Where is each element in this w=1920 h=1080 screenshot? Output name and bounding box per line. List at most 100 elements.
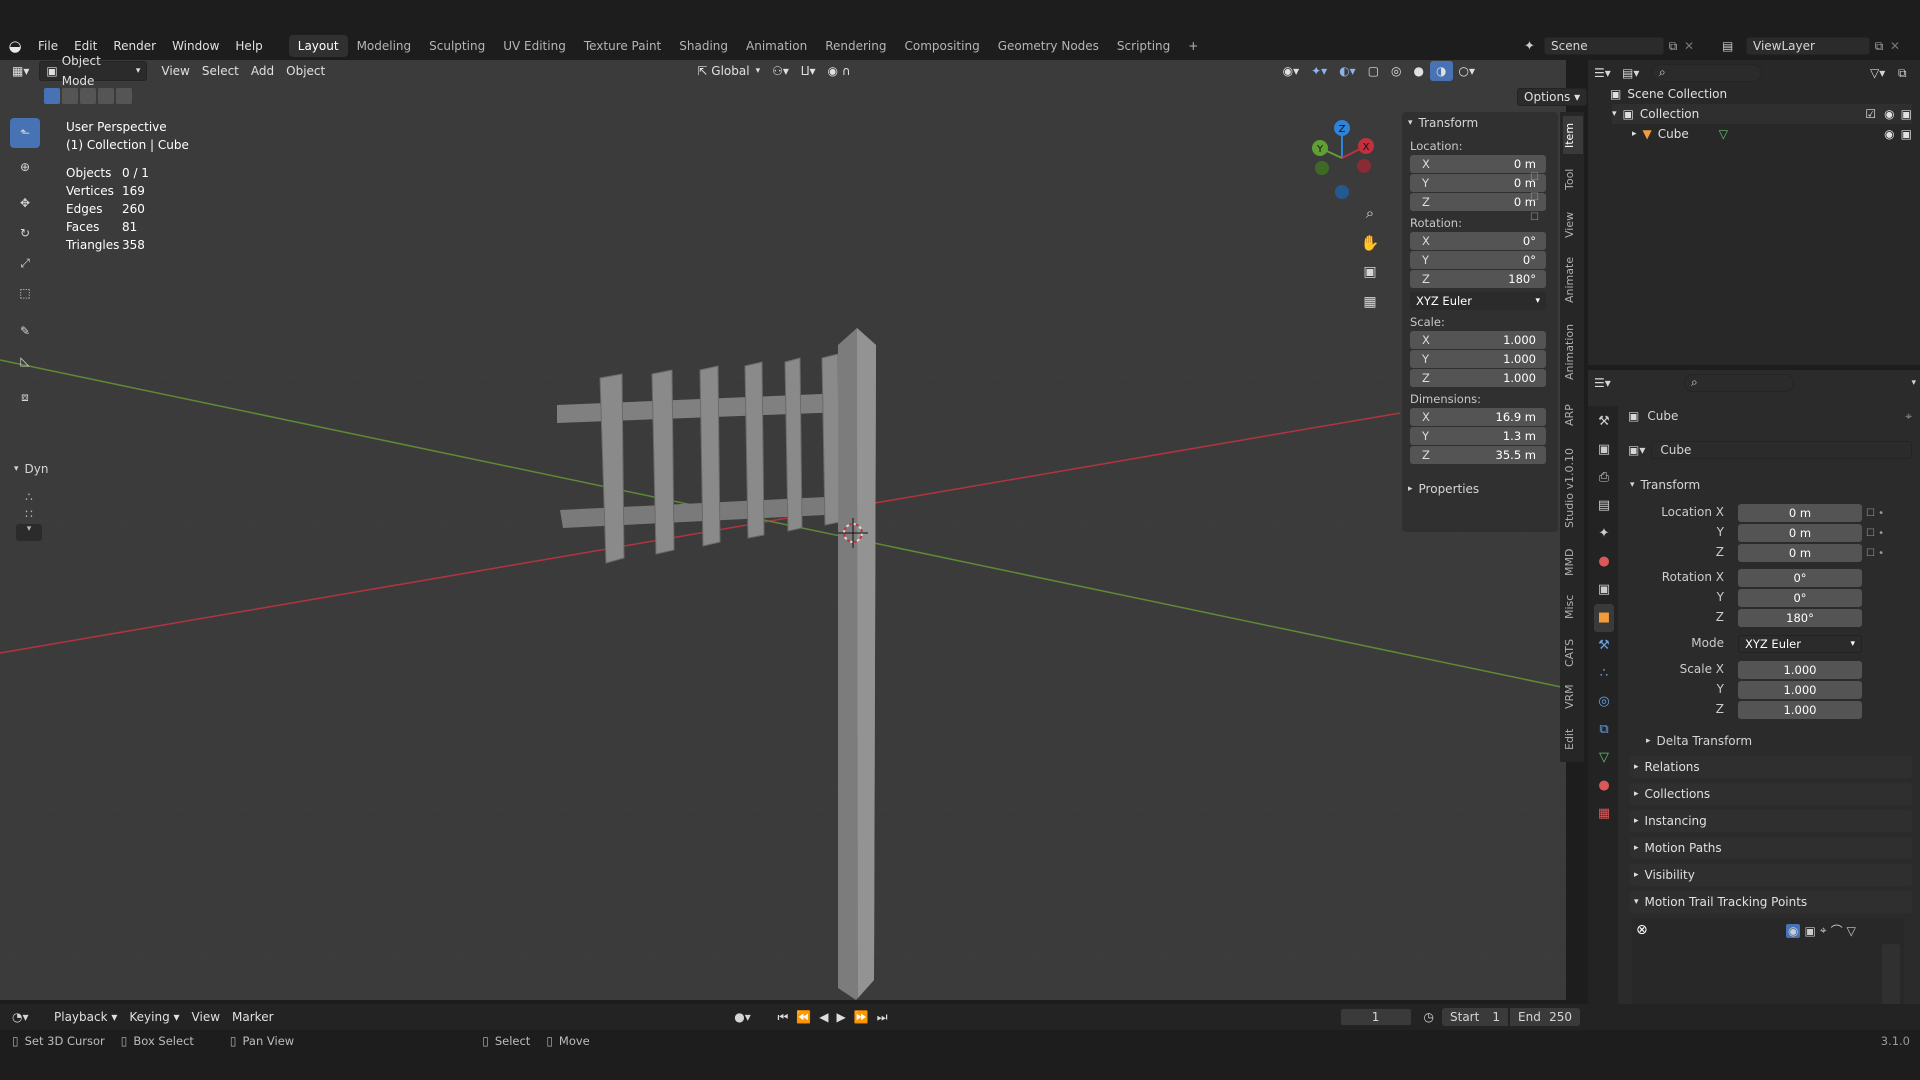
grid-perspective-icon[interactable]: ▦: [1358, 294, 1382, 324]
location-y-field[interactable]: Y0 m: [1410, 174, 1546, 192]
side-tab-cats[interactable]: CATS: [1563, 634, 1583, 672]
prev-keyframe-icon[interactable]: ⏪: [796, 1010, 811, 1024]
select-new-icon[interactable]: [44, 88, 60, 104]
end-frame-field[interactable]: End 250: [1510, 1008, 1580, 1026]
display-mode-icon[interactable]: ▤▾: [1622, 66, 1652, 80]
dimensions-z-field[interactable]: Z 35.5 m: [1410, 446, 1546, 464]
menu-help[interactable]: Help: [227, 35, 270, 57]
xray-icon[interactable]: ▢: [1362, 61, 1385, 81]
dyn-tool-2-icon[interactable]: ∷: [16, 507, 42, 524]
viewlayer-name-field[interactable]: ViewLayer: [1746, 37, 1870, 55]
menu-window[interactable]: Window: [164, 35, 227, 57]
shading-rendered-icon[interactable]: ○▾: [1453, 61, 1482, 81]
collections-section[interactable]: ▸ Collections: [1630, 783, 1910, 805]
object-name-field[interactable]: Cube: [1651, 441, 1912, 459]
tab-rendering[interactable]: Rendering: [816, 35, 895, 57]
snap-icon[interactable]: ⨿▾: [795, 61, 822, 81]
world-tab-icon[interactable]: ●: [1594, 548, 1614, 576]
tab-layout[interactable]: Layout: [288, 35, 348, 57]
menu-select[interactable]: Select: [196, 61, 245, 81]
next-keyframe-icon[interactable]: ⏩: [854, 1010, 869, 1024]
rotation-x-field[interactable]: X 0°: [1410, 232, 1546, 250]
tab-texture-paint[interactable]: Texture Paint: [575, 35, 670, 57]
npanel-properties-header[interactable]: ▸ Properties: [1402, 478, 1558, 500]
menu-view[interactable]: View: [155, 61, 195, 81]
menu-add[interactable]: Add: [245, 61, 280, 81]
menu-keying[interactable]: Keying ▾: [123, 1007, 185, 1027]
transform-section-header[interactable]: ▾ Transform: [1630, 474, 1912, 496]
select-subtract-icon[interactable]: [80, 88, 96, 104]
scene-tab-icon[interactable]: ✦: [1594, 520, 1614, 548]
filter-icon[interactable]: ▽▾: [1870, 66, 1898, 80]
scene-name-field[interactable]: Scene: [1544, 37, 1664, 55]
motion-paths-section[interactable]: ▸ Motion Paths: [1630, 837, 1910, 859]
annotate-tool-icon[interactable]: ✎: [10, 316, 40, 346]
dimensions-y-field[interactable]: Y 1.3 m: [1410, 427, 1546, 445]
scale-x-field[interactable]: X 1.000: [1410, 331, 1546, 349]
cursor-tool-icon[interactable]: ⊕: [10, 152, 40, 182]
outliner-object-row[interactable]: ▸ ▼ Cube ▽ ◉ ▣: [1632, 124, 1912, 144]
measure-tool-icon[interactable]: ◺: [10, 346, 40, 376]
proportional-edit-icon[interactable]: ◉ ∩: [822, 61, 857, 81]
pivot-icon[interactable]: ⚇▾: [766, 61, 795, 81]
dimensions-x-field[interactable]: X 16.9 m: [1410, 408, 1546, 426]
scene-selector[interactable]: ✦ Scene ⧉ ✕: [1524, 36, 1696, 56]
shading-wireframe-icon[interactable]: ◎: [1385, 61, 1407, 81]
prop-rotation-z-field[interactable]: 180°: [1738, 609, 1862, 627]
delta-transform-section[interactable]: ▸ Delta Transform: [1646, 730, 1912, 752]
lock-icon[interactable]: ☐: [1530, 208, 1544, 228]
menu-object[interactable]: Object: [280, 61, 331, 81]
menu-timeline-view[interactable]: View: [186, 1007, 226, 1027]
tab-modeling[interactable]: Modeling: [348, 35, 421, 57]
blender-logo-icon[interactable]: ◒: [0, 37, 30, 55]
filter-icon[interactable]: ▽: [1847, 924, 1856, 938]
prop-location-x-field[interactable]: 0 m: [1738, 504, 1862, 522]
eye-icon[interactable]: ◉: [1786, 923, 1801, 938]
menu-playback[interactable]: Playback ▾: [48, 1007, 123, 1027]
prop-rotation-mode-dropdown[interactable]: XYZ Euler ▾: [1738, 635, 1862, 653]
viewlayer-selector[interactable]: ▤ ViewLayer ⧉ ✕: [1722, 36, 1902, 56]
prop-scale-y-field[interactable]: 1.000: [1738, 681, 1862, 699]
tab-shading[interactable]: Shading: [670, 35, 737, 57]
lock-icon[interactable]: ☐: [1530, 188, 1544, 208]
camera-view-icon[interactable]: ▣: [1358, 264, 1382, 294]
object-type-dropdown-icon[interactable]: ▣▾: [1628, 443, 1645, 457]
jump-start-icon[interactable]: ⏮: [778, 1010, 789, 1025]
prop-scale-x-field[interactable]: 1.000: [1738, 661, 1862, 679]
add-workspace-button[interactable]: +: [1179, 35, 1207, 57]
data-tab-icon[interactable]: ▽: [1594, 744, 1614, 772]
timeline-editor-type-icon[interactable]: ◔▾: [12, 1010, 42, 1024]
pan-hand-icon[interactable]: ✋: [1358, 234, 1382, 264]
rotation-mode-dropdown[interactable]: XYZ Euler ▾: [1410, 292, 1546, 310]
rotate-tool-icon[interactable]: ↻: [10, 218, 40, 248]
prop-rotation-x-field[interactable]: 0°: [1738, 569, 1862, 587]
copy-scene-icon[interactable]: ⧉: [1664, 39, 1682, 54]
play-reverse-icon[interactable]: ◀: [819, 1010, 828, 1024]
physics-tab-icon[interactable]: ◎: [1594, 688, 1614, 716]
current-frame-field[interactable]: 1: [1339, 1008, 1412, 1026]
tab-uv-editing[interactable]: UV Editing: [494, 35, 575, 57]
overlay-toggle-icon[interactable]: ◐▾: [1333, 61, 1362, 81]
select-extend-icon[interactable]: [62, 88, 78, 104]
prop-location-y-field[interactable]: 0 m: [1738, 524, 1862, 542]
menu-marker[interactable]: Marker: [226, 1007, 279, 1027]
visibility-icon[interactable]: ◉▾: [1277, 61, 1306, 81]
instancing-section[interactable]: ▸ Instancing: [1630, 810, 1910, 832]
outliner-search-input[interactable]: ⌕: [1652, 64, 1762, 82]
relations-section[interactable]: ▸ Relations: [1630, 756, 1910, 778]
eye-icon[interactable]: ◉: [1884, 124, 1894, 144]
modifier-tab-icon[interactable]: ⚒: [1594, 632, 1614, 660]
mode-dropdown[interactable]: ▣ Object Mode ▾: [39, 54, 148, 88]
tab-animation[interactable]: Animation: [737, 35, 816, 57]
scale-tool-icon[interactable]: ⤢: [10, 248, 40, 278]
visibility-section[interactable]: ▸ Visibility: [1630, 864, 1910, 886]
transform-tool-icon[interactable]: ⬚: [10, 278, 40, 308]
prop-scale-z-field[interactable]: 1.000: [1738, 701, 1862, 719]
new-collection-icon[interactable]: ⧉: [1898, 66, 1916, 81]
add-cube-tool-icon[interactable]: ⧈: [10, 382, 40, 412]
location-x-field[interactable]: X0 m: [1410, 155, 1546, 173]
camera-icon[interactable]: ▣: [1901, 124, 1912, 144]
camera-icon[interactable]: ▣: [1901, 104, 1912, 124]
move-tool-icon[interactable]: ✥: [10, 188, 40, 218]
side-tab-animate[interactable]: Animate: [1563, 252, 1583, 308]
